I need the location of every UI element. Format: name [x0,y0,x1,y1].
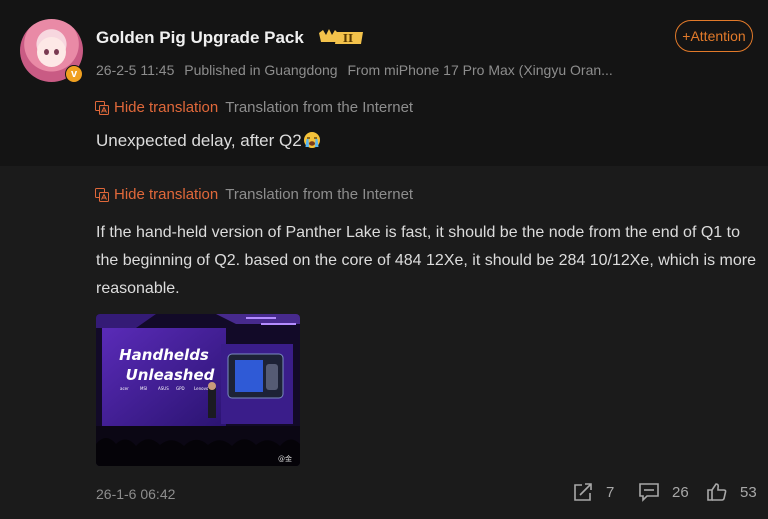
image-logo: ASUS [158,386,169,391]
share-button[interactable]: 7 [572,482,614,502]
avatar-eye [44,49,49,55]
hide-translation-link[interactable]: Hide translation [114,186,218,203]
username[interactable]: Golden Pig Upgrade Pack [96,28,304,48]
translate-icon [95,100,109,115]
translation-source: Translation from the Internet [225,99,414,116]
post-text-content: Unexpected delay, after Q2 [96,131,302,150]
image-logo: GPD [176,386,185,391]
image-logo: Lenovo [194,386,209,391]
share-count: 7 [606,483,615,501]
like-count: 53 [740,483,757,501]
avatar-eye [54,49,59,55]
thumbs-up-icon [707,483,727,501]
comment-count: 26 [672,483,689,501]
avatar-face [37,37,66,67]
post-text: Unexpected delay, after Q2 [96,131,321,151]
hide-translation-link[interactable]: Hide translation [114,99,218,116]
repost-text: If the hand-held version of Panther Lake… [96,224,757,297]
comment-button[interactable]: 26 [638,482,689,502]
image-logo: acer [120,386,129,391]
image-headline-1: Handhelds [119,346,209,364]
event-stage-photo: Handhelds Unleashed acer MSI ASUS GPD Le… [96,314,300,466]
image-logo: MSI [140,386,147,391]
follow-button[interactable]: +Attention [675,20,753,52]
post-location: Published in Guangdong [184,62,338,78]
image-watermark: @金 [278,454,292,463]
post-meta: 26-2-5 11:45 Published in Guangdong From… [96,62,613,78]
post-image[interactable]: Handhelds Unleashed acer MSI ASUS GPD Le… [96,314,300,466]
share-icon [574,483,592,501]
vip-crown-icon: II [319,29,363,45]
translation-bar: Hide translation Translation from the In… [95,186,413,203]
image-headline-2: Unleashed [126,366,215,384]
translation-source: Translation from the Internet [225,186,414,203]
like-button[interactable]: 53 [706,482,757,502]
post-device: From miPhone 17 Pro Max (Xingyu Oran... [347,62,613,78]
translation-bar: Hide translation Translation from the In… [95,99,413,116]
comment-icon [639,483,659,502]
post-timestamp[interactable]: 26-2-5 11:45 [96,62,174,78]
verified-badge: v [65,65,83,83]
translate-icon [95,187,109,202]
vip-level: II [343,32,353,45]
repost-timestamp[interactable]: 26-1-6 06:42 [96,486,175,502]
crying-emoji-icon [303,132,320,148]
